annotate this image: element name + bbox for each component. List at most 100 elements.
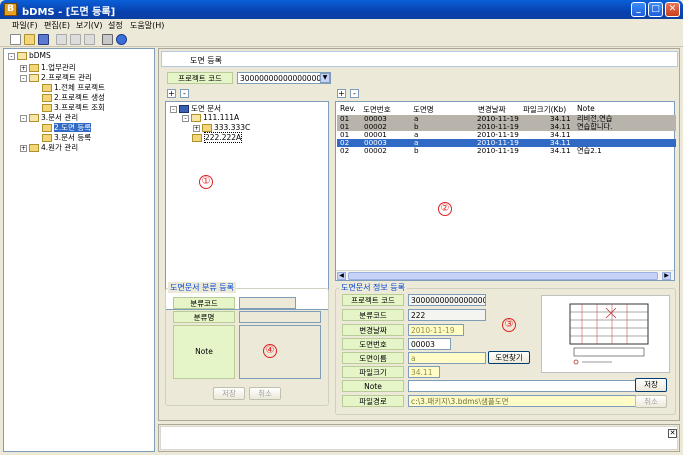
folder-icon <box>191 114 201 122</box>
folder-icon <box>202 124 212 132</box>
drawing-preview <box>541 295 670 373</box>
marker-1: ① <box>199 175 213 189</box>
menu-edit[interactable]: 편집(E) <box>44 20 70 31</box>
drawing-icon <box>179 105 189 113</box>
nav-item-doc-register[interactable]: 3.문서 등록 <box>42 132 91 142</box>
info-save-button[interactable]: 저장 <box>635 378 667 392</box>
info-note-field[interactable] <box>408 380 636 392</box>
col-note[interactable]: Note <box>577 104 595 113</box>
marker-4: ④ <box>263 344 277 358</box>
folder-icon <box>29 144 39 152</box>
nav-item-cost[interactable]: +4.원가 관리 <box>20 142 78 152</box>
scroll-right-icon[interactable]: ▶ <box>662 272 671 280</box>
info-name-field[interactable]: a <box>408 352 486 364</box>
nav-item-root[interactable]: - bDMS <box>8 51 51 61</box>
class-code-field[interactable] <box>239 297 296 309</box>
close-button[interactable]: ✕ <box>665 2 680 17</box>
class-code-label: 분류코드 <box>173 297 235 309</box>
scroll-left-icon[interactable]: ◀ <box>337 272 346 280</box>
col-rev[interactable]: Rev. <box>340 104 356 113</box>
folder-icon <box>29 114 39 122</box>
class-note-field[interactable] <box>239 325 321 379</box>
drawing-grid: Rev. 도면번호 도면명 변경날짜 파일크기(Kb) Note 01 00003… <box>335 101 676 281</box>
info-date-field[interactable]: 2010-11-19 <box>408 324 464 336</box>
info-project-code-field[interactable]: 3000000000000000003 <box>408 294 486 306</box>
nav-item-all-projects[interactable]: 1.전체 프로젝트 <box>42 82 105 92</box>
save-icon[interactable] <box>38 34 49 45</box>
nav-tree: - bDMS +1.업무관리 -2.프로젝트 관리 1.전체 프로젝트 2.프로젝… <box>3 48 155 452</box>
class-save-button[interactable]: 저장 <box>213 387 245 400</box>
main-panel: 도면 등록 프로젝트 코드 3000000000000000003 ▼ + - … <box>158 48 680 421</box>
class-cancel-button[interactable]: 취소 <box>249 387 281 400</box>
chevron-down-icon[interactable]: ▼ <box>320 73 330 83</box>
doc-tree-panel: - 도면 문서 -111.111A +333.333C 222.222A <box>165 101 329 310</box>
grid-remove-button[interactable]: - <box>350 89 359 98</box>
menu-file[interactable]: 파일(F) <box>12 20 38 31</box>
table-row[interactable]: 02 00002 b 2010-11-19 34.11 연습2.1 <box>337 147 676 155</box>
folder-icon <box>42 104 52 112</box>
nav-item-search-project[interactable]: 3.프로젝트 조회 <box>42 102 105 112</box>
status-pane: ✕ <box>158 424 680 452</box>
app-icon: B <box>4 3 17 16</box>
class-name-label: 분류명 <box>173 311 235 323</box>
print-icon[interactable] <box>102 34 113 45</box>
info-name-label: 도면이름 <box>342 352 404 364</box>
folder-icon <box>42 124 52 132</box>
project-code-label: 프로젝트 코드 <box>167 72 233 84</box>
tree-expand-button[interactable]: + <box>167 89 176 98</box>
cut-icon[interactable] <box>56 34 67 45</box>
info-size-field[interactable]: 34.11 <box>408 366 440 378</box>
doc-tree-item[interactable]: -111.111A <box>182 113 239 123</box>
project-code-select[interactable]: 3000000000000000003 <box>237 72 331 84</box>
find-drawing-button[interactable]: 도면찾기 <box>488 351 530 364</box>
menu-help[interactable]: 도움말(H) <box>130 20 164 31</box>
minimize-button[interactable]: _ <box>631 2 646 17</box>
status-area <box>160 426 678 450</box>
info-path-field[interactable]: c:\3.패키지\3.bdms\샘플도면 <box>408 395 636 407</box>
maximize-button[interactable]: □ <box>648 2 663 17</box>
grid-add-button[interactable]: + <box>337 89 346 98</box>
doc-tree-root[interactable]: - 도면 문서 <box>170 103 221 113</box>
paste-icon[interactable] <box>84 34 95 45</box>
page-header: 도면 등록 <box>161 51 678 67</box>
folder-icon <box>42 134 52 142</box>
info-no-field[interactable]: 00003 <box>408 338 451 350</box>
menu-settings[interactable]: 설정 <box>108 20 123 31</box>
menu-view[interactable]: 보기(V) <box>76 20 102 31</box>
nav-item-create-project[interactable]: 2.프로젝트 생성 <box>42 92 105 102</box>
help-icon[interactable] <box>116 34 127 45</box>
class-register-title: 도면문서 분류 등록 <box>168 282 236 293</box>
folder-icon <box>192 134 202 142</box>
open-icon[interactable] <box>24 34 35 45</box>
folder-icon <box>29 74 39 82</box>
scrollbar-thumb[interactable] <box>348 272 658 280</box>
toolbar <box>0 33 683 47</box>
doc-tree-item[interactable]: 222.222A <box>192 132 243 143</box>
info-path-label: 파일경로 <box>342 395 404 407</box>
info-project-code-label: 프로젝트 코드 <box>342 294 404 306</box>
nav-item-project[interactable]: -2.프로젝트 관리 <box>20 72 92 82</box>
new-icon[interactable] <box>10 34 21 45</box>
menu-bar: 파일(F) 편집(E) 보기(V) 설정 도움말(H) <box>0 19 683 33</box>
nav-item-work[interactable]: +1.업무관리 <box>20 62 76 72</box>
folder-icon <box>42 94 52 102</box>
class-name-field[interactable] <box>239 311 321 323</box>
info-class-code-field[interactable]: 222 <box>408 309 486 321</box>
class-note-label: Note <box>173 325 235 379</box>
page-title: 도면 등록 <box>190 56 222 65</box>
info-size-label: 파일크기 <box>342 366 404 378</box>
copy-icon[interactable] <box>70 34 81 45</box>
window-title: bDMS - [도면 등록] <box>22 7 116 18</box>
marker-3: ③ <box>502 318 516 332</box>
info-no-label: 도면번호 <box>342 338 404 350</box>
drawing-thumbnail-image <box>569 303 649 365</box>
info-date-label: 변경날짜 <box>342 324 404 336</box>
close-icon[interactable]: ✕ <box>668 429 677 438</box>
marker-2: ② <box>438 202 452 216</box>
info-cancel-button[interactable]: 취소 <box>635 395 667 408</box>
nav-item-docs[interactable]: -3.문서 관리 <box>20 112 78 122</box>
nav-item-drawing-register[interactable]: 2.도면 등록 <box>42 122 92 132</box>
horizontal-scrollbar[interactable]: ◀ ▶ <box>336 270 674 280</box>
tree-collapse-button[interactable]: - <box>180 89 189 98</box>
info-class-code-label: 분류코드 <box>342 309 404 321</box>
